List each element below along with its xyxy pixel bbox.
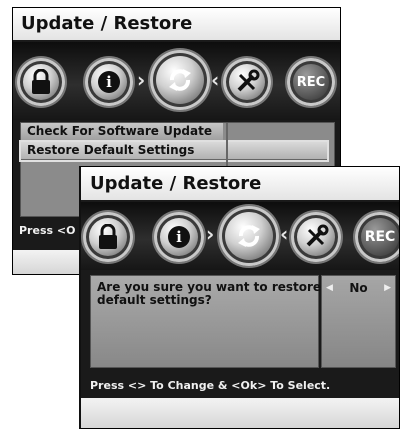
front-bottom-bar [81,398,399,428]
menu-item-restore-default-settings[interactable]: Restore Default Settings [19,140,329,162]
right-chevron-icon: › [137,68,146,92]
rec-icon[interactable]: REC [287,58,335,106]
right-arrow-icon[interactable]: ▶ [384,283,391,293]
dialog-prompt: Are you sure you want to restore default… [97,280,322,307]
left-arrow-icon[interactable]: ◀ [326,283,333,293]
svg-text:i: i [106,73,112,91]
lock-icon[interactable] [17,58,65,106]
tools-icon[interactable] [291,212,341,262]
left-chevron-icon: ‹ [211,68,220,92]
rec-icon[interactable]: REC [355,212,399,262]
info-icon[interactable]: i [85,58,133,106]
value-selector[interactable]: ◀ No ▶ [322,280,395,296]
tools-icon[interactable] [223,58,271,106]
value-panel: ◀ No ▶ [321,275,396,368]
svg-text:i: i [176,228,182,246]
back-icon-bar: i › ‹ REC [13,42,340,120]
front-screen: Update / Restore i › ‹ REC Are you sure … [79,166,400,429]
info-icon[interactable]: i [154,212,204,262]
left-chevron-icon: ‹ [280,222,289,246]
lock-icon[interactable] [83,212,133,262]
front-hint: Press <> To Change & <Ok> To Select. [90,379,331,392]
back-title: Update / Restore [13,8,340,40]
front-icon-bar: i › ‹ REC [81,202,399,270]
update-restore-icon[interactable] [219,206,279,266]
value-text: No [349,281,368,295]
right-chevron-icon: › [206,222,215,246]
menu-item-check-software-update[interactable]: Check For Software Update [21,123,223,141]
front-title: Update / Restore [81,167,399,200]
update-restore-icon[interactable] [150,50,210,110]
